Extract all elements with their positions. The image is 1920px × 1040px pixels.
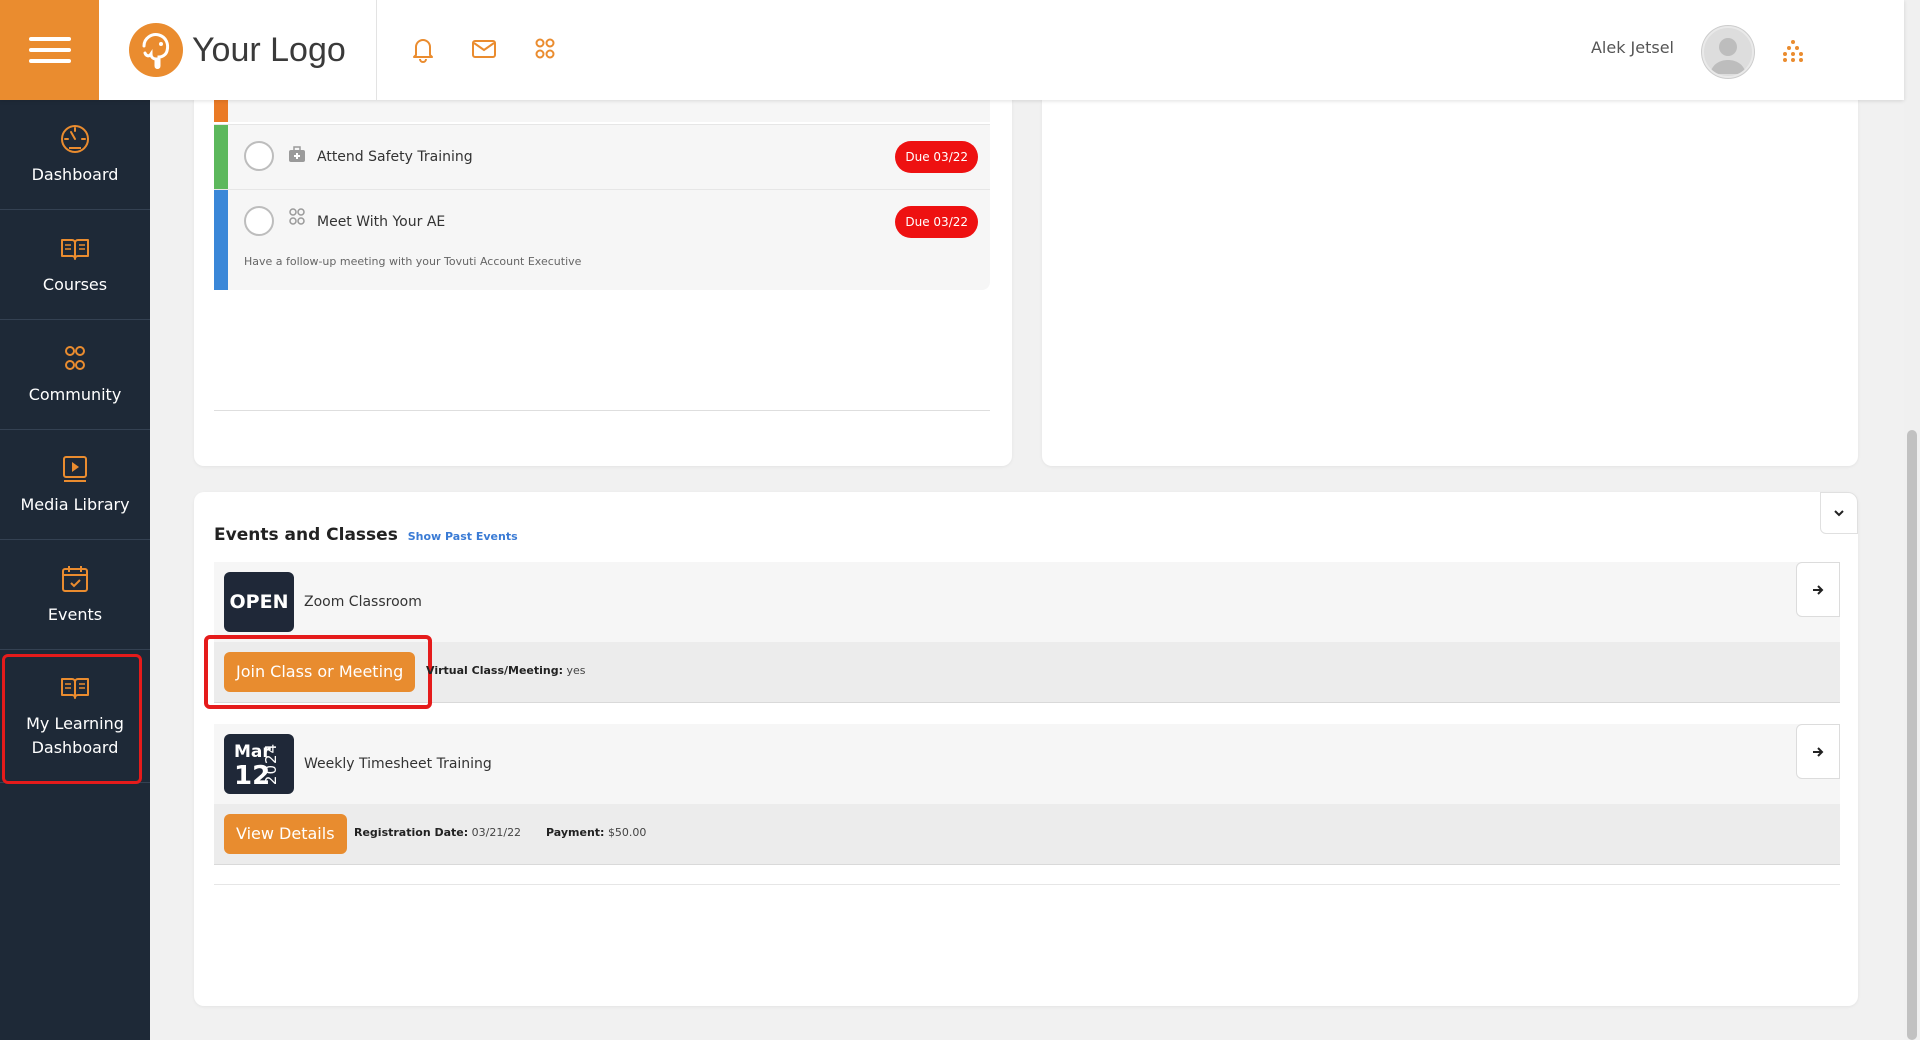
- due-badge: Due 03/22: [895, 206, 978, 238]
- meta-label: Virtual Class/Meeting:: [426, 664, 564, 677]
- elephant-logo-icon: [129, 23, 183, 77]
- meta-value: yes: [566, 664, 586, 677]
- open-book-icon: [61, 238, 89, 260]
- user-silhouette-icon: [1710, 38, 1746, 74]
- sidebar-item-media-library[interactable]: Media Library: [0, 430, 150, 540]
- event-row: Mar 12 2024 Weekly Timesheet Training Vi…: [214, 724, 1840, 865]
- medical-kit-icon: [289, 146, 305, 162]
- divider: [214, 884, 1840, 885]
- page-scrollbar[interactable]: [1904, 0, 1920, 1040]
- event-header[interactable]: OPEN Zoom Classroom: [214, 562, 1840, 642]
- meta-value: 03/21/22: [471, 826, 522, 839]
- user-name[interactable]: Alek Jetsel: [1591, 38, 1674, 57]
- task-color-stripe: [214, 190, 228, 290]
- meta-label: Payment:: [546, 826, 605, 839]
- task-title: Attend Safety Training: [317, 149, 473, 165]
- sidebar-item-community[interactable]: Community: [0, 320, 150, 430]
- right-panel-card: [1042, 80, 1858, 466]
- meta-label: Registration Date:: [354, 826, 469, 839]
- date-badge: Mar 12 2024: [224, 734, 294, 794]
- event-row: OPEN Zoom Classroom Join Class or Meetin…: [204, 562, 1840, 709]
- hamburger-icon: [28, 30, 71, 70]
- events-heading: Events and Classes Show Past Events: [214, 525, 518, 545]
- sidebar-item-courses[interactable]: Courses: [0, 210, 150, 320]
- show-past-events-link[interactable]: Show Past Events: [408, 530, 518, 543]
- open-event-button[interactable]: [1796, 562, 1840, 617]
- community-icon[interactable]: [530, 34, 560, 64]
- dashboard-gauge-icon: [61, 124, 89, 153]
- arrow-right-icon: [1813, 746, 1824, 757]
- events-card: Events and Classes Show Past Events OPEN…: [194, 492, 1858, 1006]
- sidebar-item-label: Media Library: [20, 494, 130, 514]
- task-row[interactable]: Attend Safety Training Due 03/22: [214, 124, 990, 189]
- arrow-right-icon: [1813, 584, 1824, 595]
- task-color-stripe: [214, 125, 228, 189]
- sidebar-item-label: Courses: [42, 274, 108, 294]
- event-name: Weekly Timesheet Training: [304, 756, 492, 772]
- payment-info: Payment: $50.00: [546, 826, 646, 839]
- menu-toggle-button[interactable]: [0, 0, 99, 100]
- top-header: Your Logo Alek Jetsel: [0, 0, 1904, 100]
- event-name: Zoom Classroom: [304, 594, 422, 610]
- chevron-down-icon: [1834, 510, 1844, 517]
- header-divider: [376, 0, 377, 100]
- open-event-button[interactable]: [1796, 724, 1840, 779]
- apps-grid-icon[interactable]: [1780, 38, 1806, 64]
- calendar-icon: [62, 565, 88, 592]
- event-header[interactable]: Mar 12 2024 Weekly Timesheet Training: [214, 724, 1840, 804]
- due-badge: Due 03/22: [895, 141, 978, 173]
- section-title: Events and Classes: [214, 525, 398, 545]
- task-checkbox[interactable]: [244, 141, 274, 171]
- sidebar-item-my-learning-dashboard[interactable]: My Learning Dashboard: [0, 650, 150, 784]
- mail-icon[interactable]: [469, 34, 499, 64]
- date-year: 2024: [261, 742, 280, 786]
- sidebar-item-label: Dashboard: [31, 164, 119, 184]
- scrollbar-thumb[interactable]: [1907, 430, 1917, 1040]
- open-badge: OPEN: [224, 572, 294, 632]
- virtual-meeting-info: Virtual Class/Meeting: yes: [426, 664, 586, 677]
- task-row[interactable]: Meet With Your AE Due 03/22 Have a follo…: [214, 189, 990, 290]
- view-details-button[interactable]: View Details: [224, 814, 347, 854]
- highlight-annotation-box: [2, 654, 142, 784]
- task-checkbox[interactable]: [244, 206, 274, 236]
- meta-value: $50.00: [607, 826, 647, 839]
- event-details-bar: Join Class or Meeting Virtual Class/Meet…: [204, 635, 1840, 709]
- media-library-icon: [63, 455, 87, 482]
- task-title: Meet With Your AE: [317, 214, 446, 230]
- sidebar-item-events[interactable]: Events: [0, 540, 150, 650]
- people-icon: [289, 208, 305, 225]
- sidebar: Dashboard Courses Community Media Librar…: [0, 100, 150, 1040]
- collapse-button[interactable]: [1820, 492, 1858, 534]
- sidebar-item-label: Community: [28, 384, 122, 404]
- avatar[interactable]: [1702, 26, 1754, 78]
- sidebar-item-label: Events: [47, 604, 103, 624]
- logo-text: Your Logo: [192, 30, 346, 69]
- community-people-icon: [65, 345, 85, 370]
- join-class-button[interactable]: Join Class or Meeting: [224, 652, 416, 692]
- sidebar-item-dashboard[interactable]: Dashboard: [0, 100, 150, 210]
- bell-icon[interactable]: [408, 34, 438, 64]
- task-description: Have a follow-up meeting with your Tovut…: [244, 255, 582, 268]
- event-details-bar: View Details Registration Date: 03/21/22…: [214, 804, 1840, 865]
- registration-info: Registration Date: 03/21/22: [354, 826, 521, 839]
- tasks-card: Attend Safety Training Due 03/22 Meet Wi…: [194, 64, 1012, 466]
- divider: [214, 410, 990, 411]
- logo[interactable]: Your Logo: [128, 22, 346, 78]
